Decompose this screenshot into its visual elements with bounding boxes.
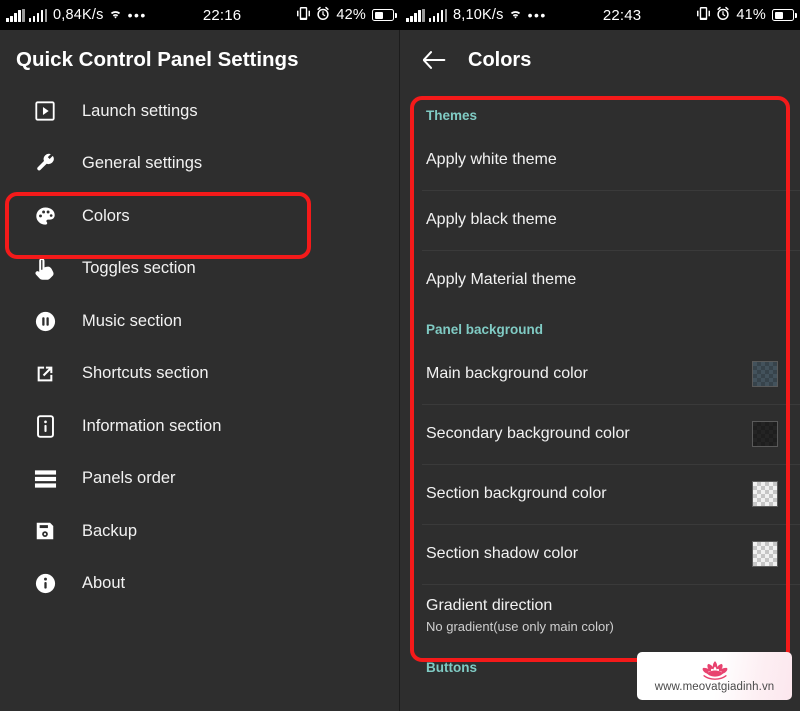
- option-section-background-color[interactable]: Section background color: [400, 464, 800, 524]
- stacked-lines-icon: [32, 466, 58, 492]
- sidebar-item-label: About: [82, 574, 126, 593]
- alarm-icon: [716, 6, 730, 25]
- status-right-icons-2: 41%: [697, 6, 800, 25]
- page-title-colors: Colors: [468, 48, 532, 71]
- color-swatch[interactable]: [752, 421, 778, 447]
- status-right-icons: 42%: [297, 6, 400, 25]
- external-link-icon: [32, 361, 58, 387]
- info-rect-icon: [32, 413, 58, 439]
- sidebar-item-label: Panels order: [82, 469, 176, 488]
- option-label: Apply white theme: [426, 151, 557, 169]
- status-bar-right: 8,10K/s ••• 22:43 41%: [400, 0, 800, 30]
- signal-bars-icon: [28, 8, 47, 22]
- clock-label-2: 22:43: [602, 6, 642, 24]
- status-left-icons-2: 8,10K/s •••: [400, 7, 547, 24]
- sidebar-item-shortcuts-section[interactable]: Shortcuts section: [0, 348, 400, 401]
- colors-options-list: Themes Apply white theme Apply black the…: [400, 96, 800, 682]
- colors-settings-panel: Colors Themes Apply white theme Apply bl…: [400, 30, 800, 711]
- battery-icon: [772, 9, 797, 21]
- alarm-icon: [316, 6, 330, 25]
- play-square-icon: [32, 98, 58, 124]
- wrench-icon: [32, 151, 58, 177]
- battery-percent-label-2: 41%: [736, 7, 766, 23]
- watermark: www.meovatgiadinh.vn: [637, 652, 792, 700]
- sidebar-item-label: Backup: [82, 521, 138, 540]
- vibrate-icon: [297, 6, 311, 25]
- color-swatch[interactable]: [752, 361, 778, 387]
- sidebar-item-backup[interactable]: Backup: [0, 505, 400, 558]
- info-circle-icon: [32, 571, 58, 597]
- section-header-panel-background: Panel background: [426, 322, 544, 337]
- lotus-flower-logo: [695, 660, 735, 680]
- colors-header: Colors: [400, 30, 800, 90]
- status-left-icons: 0,84K/s •••: [0, 7, 147, 24]
- wifi-icon: [108, 7, 123, 24]
- settings-menu-list: Launch settings General settings Colors …: [0, 85, 400, 610]
- option-label: Apply black theme: [426, 211, 557, 229]
- option-sublabel: No gradient(use only main color): [426, 618, 614, 634]
- sidebar-item-toggles-section[interactable]: Toggles section: [0, 243, 400, 296]
- battery-icon: [372, 9, 397, 21]
- signal-bars-icon: [6, 8, 25, 22]
- network-speed-label-2: 8,10K/s: [453, 7, 504, 23]
- tap-hand-icon: [32, 256, 58, 282]
- option-label: Apply Material theme: [426, 271, 577, 289]
- more-dots-icon: •••: [527, 7, 547, 23]
- watermark-url: www.meovatgiadinh.vn: [654, 681, 775, 693]
- floppy-disk-icon: [32, 518, 58, 544]
- sidebar-item-label: Toggles section: [82, 259, 196, 278]
- sidebar-item-label: Colors: [82, 206, 130, 225]
- palette-icon: [32, 203, 58, 229]
- page-title: Quick Control Panel Settings: [16, 48, 299, 71]
- battery-percent-label: 42%: [336, 7, 366, 23]
- sidebar-item-launch-settings[interactable]: Launch settings: [0, 85, 400, 138]
- option-label: Secondary background color: [426, 425, 630, 443]
- clock-label: 22:16: [202, 6, 242, 24]
- option-apply-material-theme[interactable]: Apply Material theme: [400, 250, 800, 310]
- option-secondary-background-color[interactable]: Secondary background color: [400, 404, 800, 464]
- pause-circle-icon: [32, 308, 58, 334]
- settings-menu-panel: Quick Control Panel Settings Launch sett…: [0, 30, 400, 711]
- color-swatch[interactable]: [752, 541, 778, 567]
- option-label: Main background color: [426, 365, 588, 383]
- section-header-themes: Themes: [426, 108, 478, 123]
- option-section-shadow-color[interactable]: Section shadow color: [400, 524, 800, 584]
- option-main-background-color[interactable]: Main background color: [400, 344, 800, 404]
- sidebar-item-about[interactable]: About: [0, 558, 400, 611]
- sidebar-item-label: General settings: [82, 154, 203, 173]
- network-speed-label: 0,84K/s: [53, 7, 104, 23]
- sidebar-item-label: Information section: [82, 416, 222, 435]
- option-gradient-direction[interactable]: Gradient direction No gradient(use only …: [400, 584, 800, 648]
- color-swatch[interactable]: [752, 481, 778, 507]
- sidebar-item-label: Shortcuts section: [82, 364, 209, 383]
- sidebar-item-information-section[interactable]: Information section: [0, 400, 400, 453]
- wifi-icon: [508, 7, 523, 24]
- sidebar-item-panels-order[interactable]: Panels order: [0, 453, 400, 506]
- signal-bars-icon: [406, 8, 425, 22]
- sidebar-item-music-section[interactable]: Music section: [0, 295, 400, 348]
- option-label: Section background color: [426, 485, 607, 503]
- screenshot-root: 0,84K/s ••• 22:16 42% 8,10K/s ••• 22:43 …: [0, 0, 800, 711]
- option-label: Gradient direction: [426, 597, 553, 615]
- sidebar-item-colors[interactable]: Colors: [0, 190, 400, 243]
- more-dots-icon: •••: [127, 7, 147, 23]
- sidebar-item-general-settings[interactable]: General settings: [0, 138, 400, 191]
- sidebar-item-label: Launch settings: [82, 101, 198, 120]
- signal-bars-icon: [428, 8, 447, 22]
- vibrate-icon: [697, 6, 711, 25]
- sidebar-item-label: Music section: [82, 311, 182, 330]
- option-label: Section shadow color: [426, 545, 579, 563]
- option-apply-black-theme[interactable]: Apply black theme: [400, 190, 800, 250]
- status-bar-left: 0,84K/s ••• 22:16 42%: [0, 0, 400, 30]
- option-apply-white-theme[interactable]: Apply white theme: [400, 130, 800, 190]
- back-arrow-icon[interactable]: [420, 46, 448, 74]
